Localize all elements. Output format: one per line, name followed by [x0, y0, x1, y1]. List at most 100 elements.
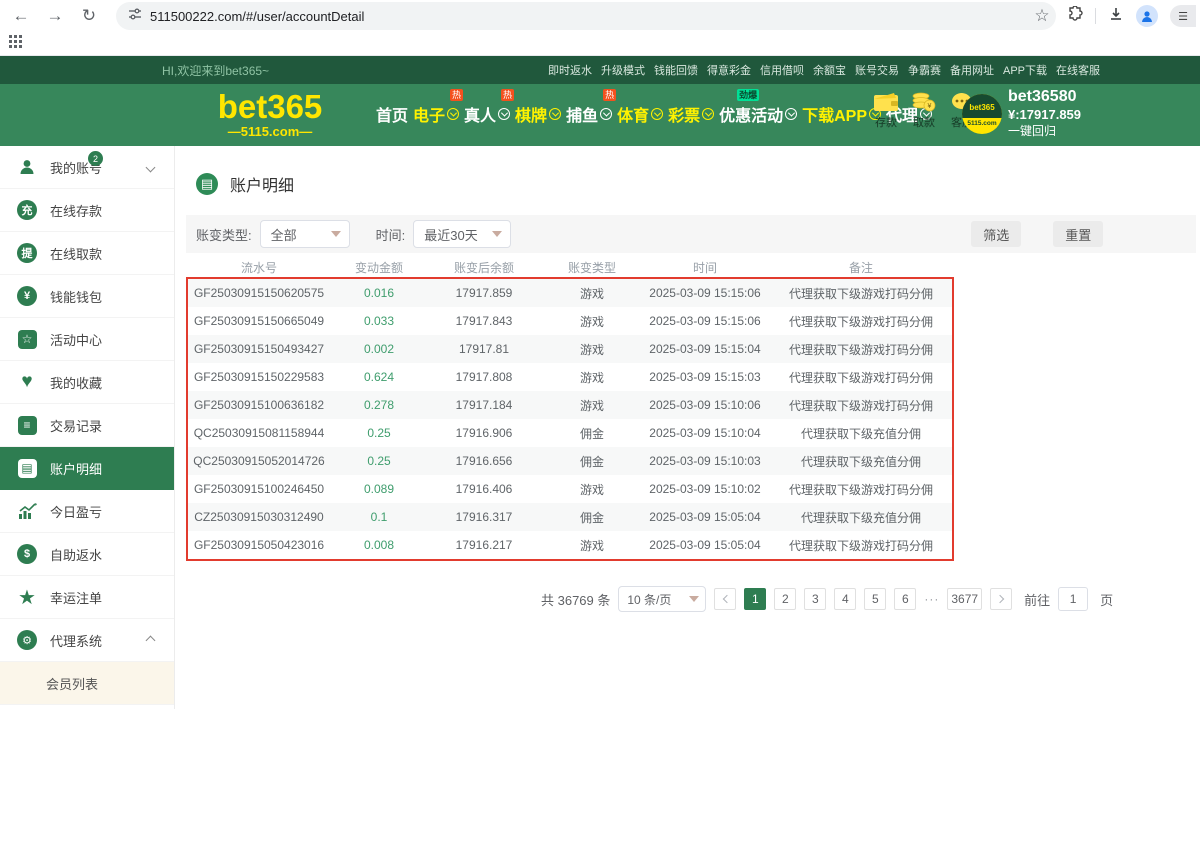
sidebar-item-transactions[interactable]: ≡ 交易记录 [0, 404, 174, 447]
chevron-down-icon [447, 108, 459, 120]
topbar-link-yuebao[interactable]: 余额宝 [813, 62, 846, 78]
deposit-button[interactable]: 存款 [872, 92, 900, 130]
page-button-3[interactable]: 3 [804, 588, 826, 610]
svg-text:¥: ¥ [928, 103, 932, 110]
forward-icon[interactable]: → [42, 3, 68, 29]
chevron-down-icon [549, 108, 561, 120]
back-icon[interactable]: ← [8, 3, 34, 29]
star-icon: ★ [16, 586, 38, 608]
chevron-down-icon [146, 162, 156, 172]
nav-lottery[interactable]: 彩票 [668, 102, 714, 126]
browser-menu-icon[interactable]: ☰ [1170, 5, 1196, 27]
topbar-links: 即时返水 升级模式 钱能回馈 得意彩金 信用借呗 余额宝 账号交易 争霸赛 备用… [548, 62, 1100, 78]
divider [1095, 8, 1096, 24]
reload-icon[interactable]: ↻ [76, 3, 102, 29]
time-filter-select[interactable]: 最近30天 [413, 220, 511, 248]
download-icon[interactable] [1108, 6, 1124, 27]
site-settings-icon[interactable] [128, 7, 142, 26]
total-count: 共 36769 条 [541, 590, 610, 609]
topbar-link-upgrade[interactable]: 升级模式 [601, 62, 645, 78]
user-icon [16, 156, 38, 178]
page-button-last[interactable]: 3677 [947, 588, 982, 610]
table-icon: ▤ [16, 457, 38, 479]
page-button-4[interactable]: 4 [834, 588, 856, 610]
page-size-select[interactable]: 10 条/页 [618, 586, 706, 612]
sidebar-item-activity-center[interactable]: ☆ 活动中心 [0, 318, 174, 361]
select-caret-icon [689, 596, 699, 602]
nav-sports[interactable]: 体育 [617, 102, 663, 126]
badge-domain-text: 5115.com [962, 118, 1002, 134]
topbar-link-app-download[interactable]: APP下载 [1003, 62, 1047, 78]
topbar-link-customer-service[interactable]: 在线客服 [1056, 62, 1100, 78]
wallet-icon [873, 92, 899, 112]
url-text[interactable]: 511500222.com/#/user/accountDetail [150, 9, 364, 24]
nav-fishing[interactable]: 捕鱼热 [566, 102, 612, 126]
nav-chess[interactable]: 棋牌 [515, 102, 561, 126]
sidebar-item-lucky-bets[interactable]: ★ 幸运注单 [0, 576, 174, 619]
table-row: CZ250309150303124900.117916.317佣金2025-03… [186, 503, 954, 531]
sidebar-item-today-pnl[interactable]: 今日盈亏 [0, 490, 174, 533]
table-row: QC250309150811589440.2517916.906佣金2025-0… [186, 419, 954, 447]
table-row: GF250309151506650490.03317917.843游戏2025-… [186, 307, 954, 335]
nav-slots[interactable]: 电子热 [413, 102, 459, 126]
browser-chrome: ← → ↻ 511500222.com/#/user/accountDetail… [0, 0, 1200, 56]
document-icon: ≡ [16, 414, 38, 436]
topbar-link-feedback[interactable]: 钱能回馈 [654, 62, 698, 78]
page-button-1[interactable]: 1 [744, 588, 766, 610]
more-pages-ellipsis[interactable]: ··· [924, 592, 939, 606]
chevron-down-icon [498, 108, 510, 120]
goto-label: 前往 [1024, 590, 1050, 609]
account-logo-badge: bet365 5115.com [962, 94, 1002, 134]
jinbao-badge: 劲爆 [737, 89, 759, 101]
page-button-2[interactable]: 2 [774, 588, 796, 610]
sidebar-item-online-deposit[interactable]: 充 在线存款 [0, 189, 174, 232]
extensions-icon[interactable] [1067, 6, 1083, 27]
chevron-up-icon [146, 635, 156, 645]
prev-page-button[interactable] [714, 588, 736, 610]
site-header: bet365 —5115.com— 首页 电子热 真人热 棋牌 捕鱼热 体育 彩… [0, 84, 1200, 146]
sidebar-item-account-detail[interactable]: ▤ 账户明细 [0, 447, 174, 490]
sidebar-item-online-withdraw[interactable]: 提 在线取款 [0, 232, 174, 275]
filter-button[interactable]: 筛选 [971, 221, 1021, 247]
chevron-down-icon [785, 108, 797, 120]
pagination: 共 36769 条 10 条/页 1 2 3 4 5 6 ··· 3677 前往… [541, 586, 1113, 612]
type-filter-select[interactable]: 全部 [260, 220, 350, 248]
sidebar-item-wallet[interactable]: ¥ 钱能钱包 [0, 275, 174, 318]
sidebar-item-self-rebate[interactable]: $ 自助返水 [0, 533, 174, 576]
chevron-down-icon [651, 108, 663, 120]
page-button-5[interactable]: 5 [864, 588, 886, 610]
account-detail-table: 流水号 变动金额 账变后余额 账变类型 时间 备注 GF250309151506… [186, 255, 954, 559]
topbar-link-tournament[interactable]: 争霸赛 [908, 62, 941, 78]
table-row: GF250309151002464500.08917916.406游戏2025-… [186, 475, 954, 503]
sidebar-item-agent-system[interactable]: ⚙ 代理系统 [0, 619, 174, 662]
reset-button[interactable]: 重置 [1053, 221, 1103, 247]
one-key-recall-button[interactable]: 一键回归 [1008, 123, 1081, 139]
nav-promotions[interactable]: 优惠活动劲爆 [719, 102, 797, 126]
topbar-link-rebate[interactable]: 即时返水 [548, 62, 592, 78]
nav-home[interactable]: 首页 [376, 102, 408, 126]
nav-download-app[interactable]: 下载APP [802, 102, 881, 126]
profile-avatar[interactable] [1136, 5, 1158, 27]
topbar-link-account-trade[interactable]: 账号交易 [855, 62, 899, 78]
page-button-6[interactable]: 6 [894, 588, 916, 610]
goto-unit-label: 页 [1100, 590, 1113, 609]
sidebar-item-member-list[interactable]: 会员列表 [0, 662, 174, 705]
heart-icon: ♥ [16, 371, 38, 393]
topbar-link-credit[interactable]: 信用借呗 [760, 62, 804, 78]
goto-page-input[interactable]: 1 [1058, 587, 1088, 611]
sidebar-item-my-account[interactable]: 我的账号 2 [0, 146, 174, 189]
trend-chart-icon [16, 500, 38, 522]
nav-live[interactable]: 真人热 [464, 102, 510, 126]
sidebar-item-favorites[interactable]: ♥ 我的收藏 [0, 361, 174, 404]
topbar-link-bonus[interactable]: 得意彩金 [707, 62, 751, 78]
table-row: QC250309150520147260.2517916.656佣金2025-0… [186, 447, 954, 475]
withdraw-button[interactable]: ¥ 取款 [910, 92, 938, 130]
topbar-link-backup-url[interactable]: 备用网址 [950, 62, 994, 78]
bookmark-star-icon[interactable]: ☆ [1029, 3, 1055, 29]
apps-grid-icon[interactable] [9, 35, 22, 53]
table-row: GF250309151502295830.62417917.808游戏2025-… [186, 363, 954, 391]
address-bar[interactable]: 511500222.com/#/user/accountDetail [116, 2, 1056, 30]
hot-badge: 热 [501, 89, 514, 101]
next-page-button[interactable] [990, 588, 1012, 610]
site-logo[interactable]: bet365 —5115.com— [200, 90, 340, 139]
